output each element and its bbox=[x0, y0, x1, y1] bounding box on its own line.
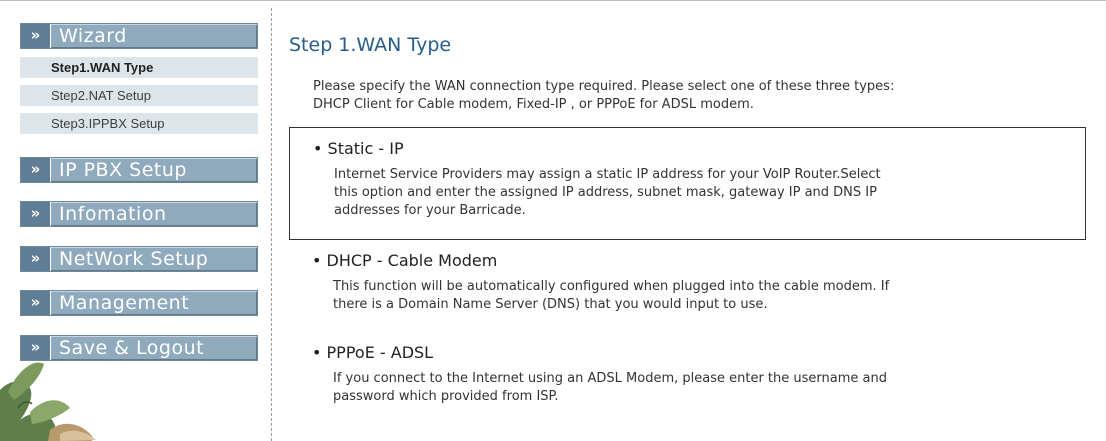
intro-line: DHCP Client for Cable modem, Fixed-IP , … bbox=[313, 97, 754, 112]
wizard-item-step1[interactable]: Step1.WAN Type bbox=[20, 57, 258, 79]
option-static-ip[interactable]: • Static - IP Internet Service Providers… bbox=[289, 127, 1086, 240]
wizard-item-step3[interactable]: Step3.IPPBX Setup bbox=[20, 113, 258, 135]
intro-text: Please specify the WAN connection type r… bbox=[313, 78, 1073, 114]
menu-ip-pbx-setup-label: IP PBX Setup bbox=[59, 159, 187, 181]
double-chevron-icon: » bbox=[21, 291, 51, 315]
option-description: Internet Service Providers may assign a … bbox=[334, 166, 881, 220]
double-chevron-icon: » bbox=[21, 24, 51, 48]
double-chevron-icon: » bbox=[21, 158, 51, 182]
menu-infomation[interactable]: » Infomation bbox=[20, 201, 258, 227]
menu-ip-pbx-setup[interactable]: » IP PBX Setup bbox=[20, 157, 258, 183]
menu-network-setup[interactable]: » NetWork Setup bbox=[20, 246, 258, 272]
option-dhcp-cable-modem[interactable]: • DHCP - Cable Modem This function will … bbox=[289, 241, 1086, 321]
option-title: • DHCP - Cable Modem bbox=[312, 251, 498, 270]
menu-network-setup-label: NetWork Setup bbox=[59, 248, 209, 270]
option-description-line: If you connect to the Internet using an … bbox=[333, 371, 887, 386]
plant-illustration bbox=[0, 362, 96, 441]
option-description-line: addresses for your Barricade. bbox=[334, 203, 526, 218]
vertical-divider bbox=[271, 8, 272, 441]
option-title-text: Static - IP bbox=[327, 139, 404, 158]
option-pppoe-adsl[interactable]: • PPPoE - ADSL If you connect to the Int… bbox=[289, 333, 1086, 413]
menu-management[interactable]: » Management bbox=[20, 290, 258, 316]
option-description: This function will be automatically conf… bbox=[333, 278, 889, 314]
menu-wizard-label: Wizard bbox=[59, 25, 127, 47]
double-chevron-icon: » bbox=[21, 247, 51, 271]
wizard-item-step2[interactable]: Step2.NAT Setup bbox=[20, 85, 258, 107]
double-chevron-icon: » bbox=[21, 202, 51, 226]
option-description-line: this option and enter the assigned IP ad… bbox=[334, 185, 877, 200]
option-title-text: PPPoE - ADSL bbox=[326, 343, 434, 362]
option-description-line: Internet Service Providers may assign a … bbox=[334, 167, 881, 182]
menu-wizard[interactable]: » Wizard bbox=[20, 23, 258, 49]
intro-line: Please specify the WAN connection type r… bbox=[313, 79, 895, 94]
option-title: • Static - IP bbox=[313, 139, 404, 158]
sidebar: » Wizard Step1.WAN Type Step2.NAT Setup … bbox=[0, 0, 272, 441]
option-description-line: This function will be automatically conf… bbox=[333, 279, 890, 294]
main-content: Step 1.WAN Type Please specify the WAN c… bbox=[289, 0, 1089, 441]
option-description-line: there is a Domain Name Server (DNS) that… bbox=[333, 297, 768, 312]
option-description: If you connect to the Internet using an … bbox=[333, 370, 887, 406]
option-title-text: DHCP - Cable Modem bbox=[326, 251, 498, 270]
menu-management-label: Management bbox=[59, 292, 190, 314]
option-title: • PPPoE - ADSL bbox=[312, 343, 434, 362]
menu-infomation-label: Infomation bbox=[59, 203, 167, 225]
option-description-line: password which provided from ISP. bbox=[333, 389, 559, 404]
page-title: Step 1.WAN Type bbox=[289, 34, 452, 56]
